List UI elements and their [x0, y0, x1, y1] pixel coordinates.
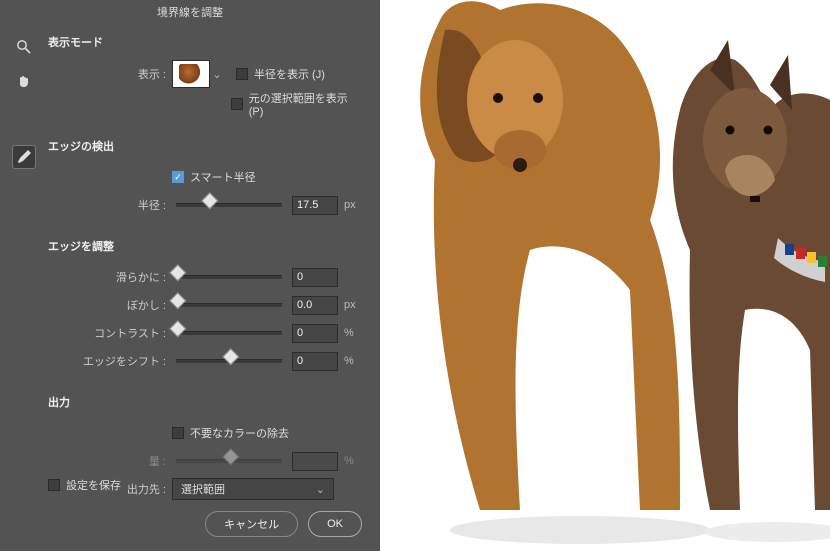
output-to-select[interactable]: 選択範囲 ⌄ — [172, 478, 334, 500]
shift-slider[interactable] — [176, 359, 282, 363]
refine-edge-panel: 境界線を調整 表示モード 表示 : ⌄ 半径を表示 (J) 元の選択範囲 — [0, 0, 380, 551]
zoom-tool[interactable] — [13, 36, 35, 58]
tool-strip — [0, 0, 48, 551]
refine-brush-tool[interactable] — [13, 146, 35, 168]
preview-image — [380, 0, 830, 551]
show-original-label: 元の選択範囲を表示 (P) — [249, 90, 362, 118]
chevron-down-icon: ⌄ — [316, 483, 325, 496]
section-output: 出力 — [48, 394, 362, 410]
contrast-unit: % — [338, 327, 362, 339]
display-label: 表示 : — [48, 66, 172, 82]
feather-slider[interactable] — [176, 303, 282, 307]
feather-unit: px — [338, 299, 362, 311]
panel-content: 表示モード 表示 : ⌄ 半径を表示 (J) 元の選択範囲を表示 (P) エッジ… — [48, 0, 380, 551]
contrast-slider[interactable] — [176, 331, 282, 335]
ok-button[interactable]: OK — [308, 511, 362, 537]
smooth-input[interactable] — [292, 268, 338, 287]
feather-input[interactable] — [292, 296, 338, 315]
show-radius-label: 半径を表示 (J) — [254, 66, 325, 82]
smooth-slider[interactable] — [176, 275, 282, 279]
decon-label: 不要なカラーの除去 — [190, 425, 289, 441]
feather-label: ぼかし : — [48, 297, 172, 313]
radius-input[interactable] — [292, 196, 338, 215]
contrast-label: コントラスト : — [48, 325, 172, 341]
show-original-checkbox[interactable] — [231, 98, 243, 110]
section-view-mode: 表示モード — [48, 34, 362, 50]
amount-unit: % — [338, 455, 362, 467]
radius-label: 半径 : — [48, 197, 172, 213]
smooth-label: 滑らかに : — [48, 269, 172, 285]
radius-slider[interactable] — [176, 203, 282, 207]
amount-label: 量 : — [48, 453, 172, 469]
dialog-title: 境界線を調整 — [0, 4, 380, 20]
contrast-input[interactable] — [292, 324, 338, 343]
view-mode-dropdown-caret[interactable]: ⌄ — [212, 68, 222, 81]
amount-input — [292, 452, 338, 471]
radius-unit: px — [338, 199, 362, 211]
shift-label: エッジをシフト : — [48, 353, 172, 369]
remember-label: 設定を保存 — [66, 477, 121, 493]
output-to-value: 選択範囲 — [181, 481, 225, 497]
section-edge-detect: エッジの検出 — [48, 138, 362, 154]
hand-tool[interactable] — [13, 70, 35, 92]
section-adjust-edge: エッジを調整 — [48, 238, 362, 254]
cancel-button[interactable]: キャンセル — [205, 511, 298, 537]
preview-canvas[interactable] — [380, 0, 830, 551]
shift-input[interactable] — [292, 352, 338, 371]
shift-unit: % — [338, 355, 362, 367]
smart-radius-label: スマート半径 — [190, 169, 256, 185]
smart-radius-checkbox[interactable] — [172, 171, 184, 183]
remember-checkbox[interactable] — [48, 479, 60, 491]
amount-slider — [176, 459, 282, 463]
view-mode-thumbnail[interactable] — [172, 60, 210, 88]
decon-checkbox[interactable] — [172, 427, 184, 439]
show-radius-checkbox[interactable] — [236, 68, 248, 80]
